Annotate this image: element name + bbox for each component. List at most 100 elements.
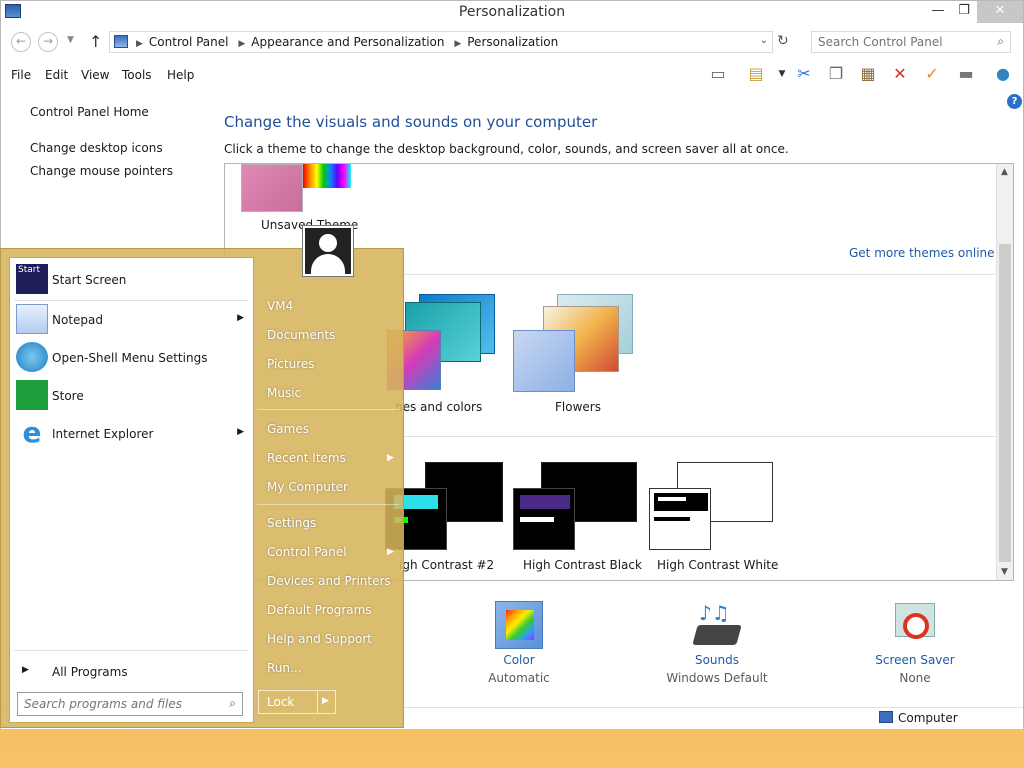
user-head-icon bbox=[319, 234, 337, 252]
forward-button[interactable]: → bbox=[38, 32, 58, 52]
refresh-icon[interactable]: ↻ bbox=[777, 33, 789, 49]
scroll-down-arrow-icon[interactable]: ▼ bbox=[1001, 567, 1008, 577]
theme-flowers-label: Flowers bbox=[555, 400, 601, 414]
submenu-arrow-icon: ▶ bbox=[237, 427, 244, 437]
address-field[interactable]: ▶ Control Panel ▶ Appearance and Personali… bbox=[109, 31, 773, 53]
shutdown-options-arrow-icon[interactable]: ▶ bbox=[322, 696, 329, 706]
paste-icon[interactable]: ▦ bbox=[857, 63, 879, 85]
menu-view[interactable]: View bbox=[81, 68, 109, 82]
window-title: Personalization bbox=[458, 4, 566, 20]
menu-file[interactable]: File bbox=[11, 68, 31, 82]
search-box[interactable]: ⌕ bbox=[811, 31, 1011, 53]
recent-pages-chevron-icon[interactable]: ▼ bbox=[67, 35, 74, 45]
sidebar-control-panel-home[interactable]: Control Panel Home bbox=[30, 105, 149, 119]
start-right-default-programs[interactable]: Default Programs bbox=[267, 603, 372, 617]
start-right-documents[interactable]: Documents bbox=[267, 328, 335, 342]
user-avatar[interactable] bbox=[302, 225, 354, 277]
theme-flowers[interactable]: Flowers bbox=[513, 294, 633, 414]
start-right-recent-items[interactable]: Recent Items bbox=[267, 451, 346, 465]
lock-button[interactable]: Lock ▶ bbox=[258, 690, 336, 714]
address-dropdown-icon[interactable]: ⌄ bbox=[760, 35, 768, 46]
start-search-box[interactable]: ⌕ bbox=[17, 692, 243, 716]
color-value: Automatic bbox=[488, 671, 550, 685]
start-right-vm4[interactable]: VM4 bbox=[267, 299, 293, 313]
menu-tools[interactable]: Tools bbox=[122, 68, 152, 82]
screen-saver-label: Screen Saver bbox=[875, 653, 955, 667]
screen-saver-setting[interactable]: Screen Saver None bbox=[855, 601, 975, 685]
back-button[interactable]: ← bbox=[11, 32, 31, 52]
address-bar-row: ← → ▼ ↑ ▶ Control Panel ▶ Appearance and P… bbox=[1, 29, 1023, 55]
start-menu: Start Start Screen Notepad ▶ Open-Shell … bbox=[0, 248, 404, 728]
minimize-button[interactable]: — bbox=[925, 1, 951, 23]
search-icon[interactable]: ⌕ bbox=[997, 34, 1004, 49]
start-screen-icon: Start bbox=[16, 264, 48, 294]
computer-icon bbox=[879, 711, 893, 723]
submenu-arrow-icon: ▶ bbox=[237, 313, 244, 323]
shell-icon[interactable]: ● bbox=[992, 63, 1014, 85]
start-search-input[interactable] bbox=[24, 694, 219, 714]
color-setting[interactable]: Color Automatic bbox=[459, 601, 579, 685]
search-input[interactable] bbox=[818, 33, 988, 51]
all-programs-arrow-icon: ▶ bbox=[22, 665, 29, 675]
search-icon[interactable]: ⌕ bbox=[229, 696, 236, 711]
title-bar: Personalization — ❐ ✕ bbox=[1, 1, 1023, 25]
status-computer: Computer bbox=[879, 711, 958, 725]
theme-unsaved-preview bbox=[241, 164, 351, 212]
up-arrow-icon[interactable]: ↑ bbox=[89, 32, 102, 51]
start-item-start-screen[interactable]: Start Start Screen bbox=[14, 262, 250, 298]
folder-options-icon[interactable]: ▤ bbox=[745, 63, 767, 85]
maximize-button[interactable]: ❐ bbox=[951, 1, 977, 23]
close-button[interactable]: ✕ bbox=[977, 1, 1023, 23]
breadcrumb-control-panel[interactable]: Control Panel bbox=[149, 35, 229, 49]
menu-edit[interactable]: Edit bbox=[45, 68, 68, 82]
scroll-up-arrow-icon[interactable]: ▲ bbox=[1001, 167, 1008, 177]
start-right-pictures[interactable]: Pictures bbox=[267, 357, 315, 371]
sounds-setting[interactable]: ♪♫ Sounds Windows Default bbox=[657, 601, 777, 685]
cut-icon[interactable]: ✂ bbox=[793, 63, 815, 85]
theme-high-contrast-black[interactable]: High Contrast Black bbox=[513, 462, 643, 572]
start-item-internet-explorer[interactable]: e Internet Explorer ▶ bbox=[14, 416, 250, 452]
start-right-my-computer[interactable]: My Computer bbox=[267, 480, 348, 494]
theme-unsaved[interactable]: Unsaved Theme bbox=[241, 164, 361, 232]
start-right-run[interactable]: Run... bbox=[267, 661, 301, 675]
start-right-games[interactable]: Games bbox=[267, 422, 309, 436]
layout-pane-icon[interactable]: ▭ bbox=[707, 63, 729, 85]
start-right-settings[interactable]: Settings bbox=[267, 516, 316, 530]
start-item-notepad[interactable]: Notepad ▶ bbox=[14, 302, 250, 338]
start-right-control-panel[interactable]: Control Panel bbox=[267, 545, 347, 559]
scrollbar-thumb[interactable] bbox=[999, 244, 1011, 562]
theme-high-contrast-white-label: High Contrast White bbox=[657, 558, 779, 572]
menu-help[interactable]: Help bbox=[167, 68, 194, 82]
start-item-store[interactable]: Store bbox=[14, 378, 250, 414]
themes-scrollbar[interactable]: ▲ ▼ bbox=[996, 164, 1013, 580]
rename-icon[interactable]: ▬ bbox=[955, 63, 977, 85]
start-item-all-programs[interactable]: ▶ All Programs bbox=[14, 654, 250, 690]
start-right-music[interactable]: Music bbox=[267, 386, 301, 400]
submenu-arrow-icon: ▶ bbox=[387, 453, 394, 463]
sounds-icon: ♪♫ bbox=[692, 601, 742, 649]
sounds-value: Windows Default bbox=[666, 671, 768, 685]
theme-color-icon bbox=[513, 330, 575, 392]
help-icon[interactable]: ? bbox=[1007, 94, 1022, 109]
control-panel-icon bbox=[114, 35, 128, 48]
start-item-open-shell-settings[interactable]: Open-Shell Menu Settings bbox=[14, 340, 250, 376]
properties-check-icon[interactable]: ✓ bbox=[921, 63, 943, 85]
start-right-devices-printers[interactable]: Devices and Printers bbox=[267, 574, 391, 588]
get-more-themes-link[interactable]: Get more themes online bbox=[849, 246, 995, 260]
copy-icon[interactable]: ❐ bbox=[825, 63, 847, 85]
theme-high-contrast-white[interactable]: High Contrast White bbox=[649, 462, 779, 572]
options-dropdown-icon[interactable]: ▼ bbox=[771, 63, 793, 85]
delete-icon[interactable]: ✕ bbox=[889, 63, 911, 85]
sidebar-change-desktop-icons[interactable]: Change desktop icons bbox=[30, 141, 163, 155]
start-right-help-support[interactable]: Help and Support bbox=[267, 632, 372, 646]
color-label: Color bbox=[503, 653, 535, 667]
color-palette-icon bbox=[495, 601, 543, 649]
section-divider bbox=[315, 436, 995, 437]
sidebar-change-mouse-pointers[interactable]: Change mouse pointers bbox=[30, 164, 173, 178]
store-icon bbox=[16, 380, 48, 410]
breadcrumb-appearance[interactable]: Appearance and Personalization bbox=[251, 35, 444, 49]
page-title: Change the visuals and sounds on your co… bbox=[224, 113, 598, 131]
section-divider bbox=[315, 274, 995, 275]
breadcrumb-personalization[interactable]: Personalization bbox=[467, 35, 558, 49]
screen-saver-icon bbox=[891, 601, 939, 649]
